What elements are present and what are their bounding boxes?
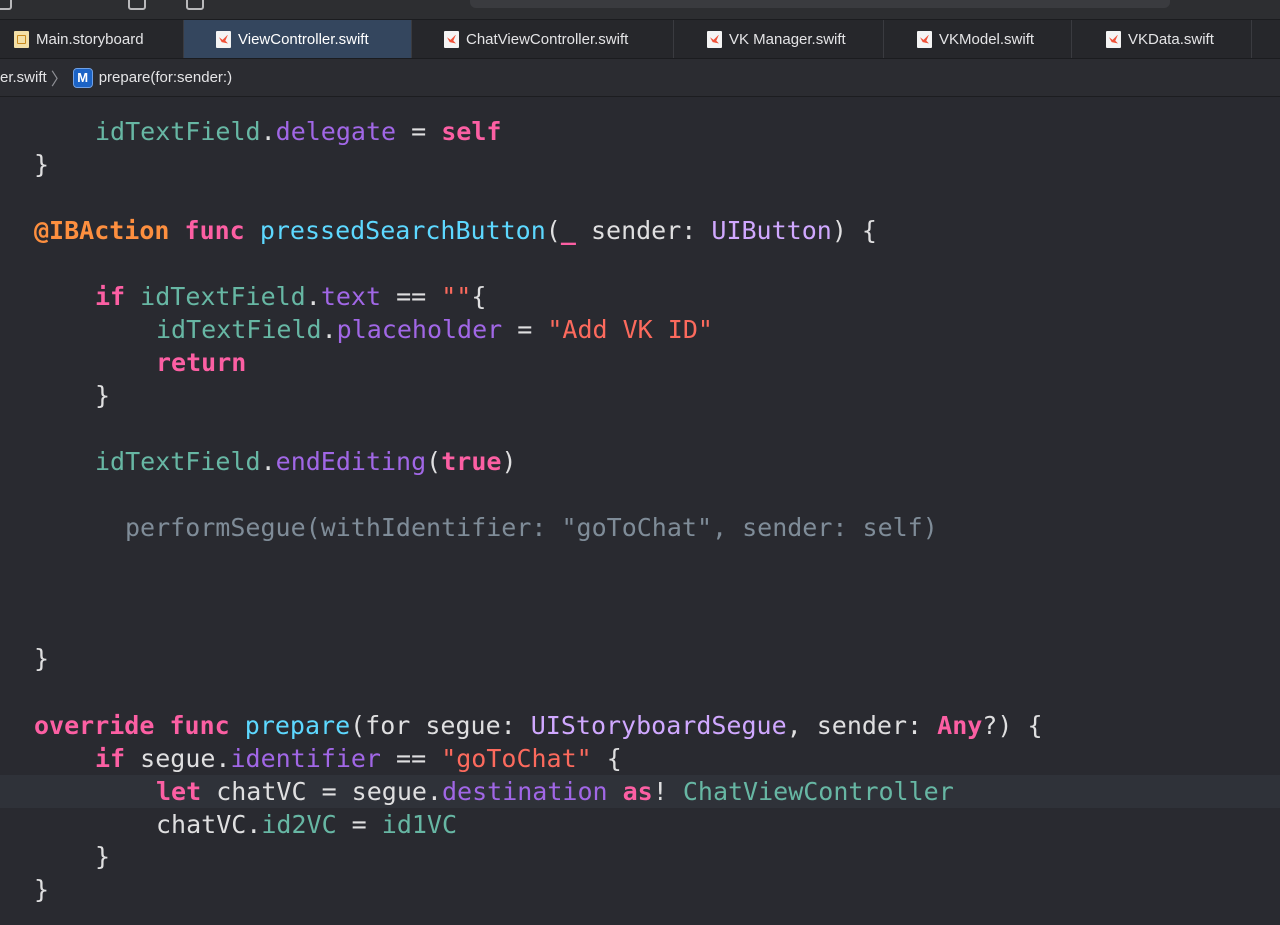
tab-label: ChatViewController.swift [466, 30, 629, 48]
code-line: idTextField.endEditing(true) [95, 447, 517, 476]
tab-chatviewcontroller-swift[interactable]: ChatViewController.swift [412, 20, 674, 58]
code-line-commented: performSegue(withIdentifier: "goToChat",… [125, 513, 938, 542]
tab-main-storyboard[interactable]: Main.storyboard [0, 20, 184, 58]
tab-label: VK Manager.swift [729, 30, 846, 48]
chevron-right-icon: 〉 [50, 70, 68, 89]
swift-file-icon [1106, 30, 1121, 48]
code-line: } [95, 842, 111, 871]
tab-vkdata-swift[interactable]: VKData.swift [1072, 20, 1252, 58]
tab-vkmodel-swift[interactable]: VKModel.swift [884, 20, 1072, 58]
tab-vk-manager-swift[interactable]: VK Manager.swift [674, 20, 884, 58]
code-line: } [34, 875, 50, 904]
code-line: chatVC.id2VC = id1VC [156, 810, 458, 839]
tab-label: ViewController.swift [238, 30, 369, 48]
toolbar-icon[interactable] [186, 0, 204, 10]
activity-view [470, 0, 1170, 8]
code-line: @IBAction func pressedSearchButton(_ sen… [34, 216, 877, 245]
storyboard-file-icon [14, 30, 29, 48]
jump-bar: er.swift 〉 M prepare(for:sender:) [0, 59, 1280, 97]
toolbar-icon[interactable] [128, 0, 146, 10]
swift-file-icon [707, 30, 722, 48]
tab-label: VKModel.swift [939, 30, 1035, 48]
swift-file-icon [216, 30, 231, 48]
code-line: } [34, 150, 50, 179]
code-line: } [34, 644, 50, 673]
tab-label: VKData.swift [1128, 30, 1214, 48]
breadcrumb-method[interactable]: prepare(for:sender:) [99, 69, 232, 86]
swift-file-icon [917, 30, 932, 48]
method-icon: M [72, 67, 93, 88]
toolbar-icon[interactable] [0, 0, 12, 10]
editor-tab-bar: Main.storyboard ViewController.swift Cha… [0, 19, 1280, 59]
window-toolbar [0, 0, 1280, 19]
tab-label: Main.storyboard [36, 30, 144, 48]
code-line: idTextField.delegate = self [95, 117, 502, 146]
code-line: } [95, 381, 111, 410]
tab-viewcontroller-swift[interactable]: ViewController.swift [184, 20, 412, 58]
code-line: return [156, 348, 247, 377]
code-line: idTextField.placeholder = "Add VK ID" [156, 315, 713, 344]
code-line: if segue.identifier == "goToChat" { [95, 744, 622, 773]
swift-file-icon [444, 30, 459, 48]
code-line-current: let chatVC = segue.destination as! ChatV… [156, 777, 954, 806]
code-line: if idTextField.text == ""{ [95, 282, 487, 311]
code-editor[interactable]: idTextField.delegate = self } @IBAction … [0, 97, 1280, 925]
breadcrumb-file[interactable]: er.swift [0, 69, 47, 86]
code-line: override func prepare(for segue: UIStory… [34, 711, 1043, 740]
